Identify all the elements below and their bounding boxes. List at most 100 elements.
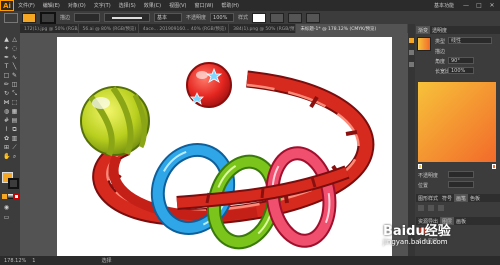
menu-file[interactable]: 文件(F) (14, 2, 39, 9)
brush-style-dropdown[interactable]: 基本 (154, 13, 183, 22)
tab-brushes[interactable]: 画笔 (454, 194, 469, 202)
opacity-label: 不透明度 (418, 173, 439, 179)
swatches-panel-icon[interactable] (409, 50, 414, 55)
gradient-slider[interactable] (418, 82, 496, 162)
gradient-stop-right[interactable] (492, 164, 496, 169)
angle-label: 角度 (435, 59, 446, 65)
angle-field[interactable]: 90° (448, 57, 474, 64)
workspace-switcher[interactable]: 基本功能 (430, 2, 458, 9)
color-panel-icon[interactable] (409, 38, 414, 43)
library-icon[interactable] (428, 205, 434, 211)
blend-tool-icon[interactable]: ⧉ (11, 126, 18, 133)
shape-builder-icon[interactable]: ◍ (3, 108, 10, 115)
scale-tool-icon[interactable]: ⤡ (11, 90, 18, 97)
minimize-button[interactable]: — (461, 2, 471, 10)
zoom-tool-icon[interactable]: ⌕ (11, 153, 18, 160)
watermark-url: jingyan.baidu.com (383, 238, 448, 246)
delete-icon[interactable] (438, 205, 444, 211)
new-item-icon[interactable] (418, 205, 424, 211)
mesh-tool-icon[interactable]: # (3, 117, 10, 124)
graph-tool-icon[interactable]: ▥ (11, 135, 18, 142)
free-transform-icon[interactable]: ⬚ (11, 99, 18, 106)
tab-graphic-styles[interactable]: 图形样式 (416, 194, 440, 202)
tab-document-active[interactable]: 未标题-1* @ 178.12% (CMYK/预览) (296, 24, 408, 33)
gradient-panel-tabs: 渐变 透明度 (416, 26, 500, 34)
tab-gradient[interactable]: 渐变 (416, 26, 431, 34)
stop-location-field[interactable] (448, 181, 474, 188)
line-tool-icon[interactable]: ╲ (11, 63, 18, 70)
menu-effect[interactable]: 效果(C) (140, 2, 165, 9)
rectangle-tool-icon[interactable]: □ (3, 72, 10, 79)
none-mode-icon[interactable] (14, 194, 19, 199)
artboard-number[interactable]: 1 (32, 258, 35, 264)
brushes-panel-icon[interactable] (409, 62, 414, 67)
menu-select[interactable]: 选择(S) (115, 2, 140, 9)
graphic-style-swatch[interactable] (252, 12, 267, 23)
pen-tool-icon[interactable]: ✒ (3, 54, 10, 61)
stroke-line-icon (112, 16, 143, 19)
tab-document-3[interactable]: 4ace... 201909160... 40% (RGB/预览) (139, 24, 230, 33)
lasso-icon[interactable]: ◌ (11, 45, 18, 52)
stroke-profile-dropdown[interactable] (104, 13, 151, 22)
direct-selection-tool-icon[interactable]: △ (11, 36, 18, 43)
menu-object[interactable]: 对象(O) (64, 2, 90, 9)
gradient-type-dropdown[interactable]: 线性 (448, 37, 492, 44)
styles-panel-tabs: 图形样式 符号 画笔 色板 (416, 194, 500, 202)
close-button[interactable]: ✕ (487, 2, 497, 10)
zoom-level[interactable]: 178.12% (4, 258, 26, 264)
artboard[interactable] (57, 37, 392, 256)
rotate-tool-icon[interactable]: ↻ (3, 90, 10, 97)
tab-symbols[interactable]: 符号 (440, 194, 454, 202)
screen-mode-icon[interactable]: ▭ (3, 214, 10, 221)
gradient-tool-icon[interactable]: ▤ (11, 117, 18, 124)
location-label: 位置 (418, 183, 429, 189)
hand-tool-icon[interactable]: ✋ (3, 153, 10, 160)
artboard-tool-icon[interactable]: ⊞ (3, 144, 10, 151)
aspect-ratio-field[interactable]: 100% (448, 67, 474, 74)
arrange-icon[interactable] (306, 12, 321, 23)
gradient-stop-left[interactable] (418, 164, 422, 169)
eraser-tool-icon[interactable]: ◫ (11, 81, 18, 88)
menu-type[interactable]: 文字(T) (90, 2, 115, 9)
menu-window[interactable]: 窗口(W) (190, 2, 217, 9)
fill-swatch[interactable] (22, 12, 36, 23)
rattle-toy-illustration[interactable] (57, 37, 392, 256)
selection-tool-icon[interactable]: ▲ (3, 36, 10, 43)
tab-document-2[interactable]: 56.ai @ 80% (RGB/预览) (79, 24, 139, 33)
type-tool-icon[interactable]: T (3, 63, 10, 70)
magic-wand-icon[interactable]: ✦ (3, 45, 10, 52)
style-label: 样式 (238, 15, 249, 21)
perspective-grid-icon[interactable]: ▦ (11, 108, 18, 115)
document-tabs: 172(1).jpg @ 50% (RGB/预览) 56.ai @ 80% (R… (20, 24, 408, 33)
stroke-color-box[interactable] (8, 178, 19, 189)
opacity-label: 不透明度 (186, 15, 207, 21)
type-label: 类型 (435, 39, 446, 45)
opacity-field[interactable]: 100% (210, 13, 235, 22)
menu-edit[interactable]: 编辑(E) (39, 2, 64, 9)
gradient-mode-icon[interactable] (8, 194, 13, 199)
tab-transparency[interactable]: 透明度 (430, 26, 449, 34)
symbol-sprayer-icon[interactable]: ✿ (3, 135, 10, 142)
tab-document-1[interactable]: 172(1).jpg @ 50% (RGB/预览) (20, 24, 79, 33)
menu-view[interactable]: 视图(V) (165, 2, 190, 9)
stroke-swatch[interactable] (40, 11, 56, 24)
stroke-weight-field[interactable] (74, 13, 101, 22)
draw-mode-icon[interactable]: ◉ (3, 204, 10, 211)
eyedropper-icon[interactable]: ⌇ (3, 126, 10, 133)
menu-help[interactable]: 帮助(H) (217, 2, 243, 9)
gradient-preview-swatch[interactable] (417, 37, 431, 51)
transform-icon[interactable] (288, 12, 303, 23)
tab-document-4[interactable]: 384(1).png @ 50% (RGB/预览) (229, 24, 297, 33)
width-tool-icon[interactable]: ⋈ (3, 99, 10, 106)
tab-swatches[interactable]: 色板 (468, 194, 482, 202)
color-mode-icon[interactable] (2, 194, 7, 199)
paintbrush-icon[interactable]: ✎ (11, 72, 18, 79)
maximize-button[interactable]: □ (474, 2, 484, 10)
align-icon[interactable] (270, 12, 285, 23)
pencil-tool-icon[interactable]: ✏ (3, 81, 10, 88)
curvature-tool-icon[interactable]: ∿ (11, 54, 18, 61)
status-bar: 178.12% 1 选择 (0, 256, 500, 265)
canvas-area[interactable] (20, 33, 408, 256)
slice-tool-icon[interactable]: ⟋ (11, 144, 18, 151)
stop-opacity-field[interactable] (448, 171, 474, 178)
